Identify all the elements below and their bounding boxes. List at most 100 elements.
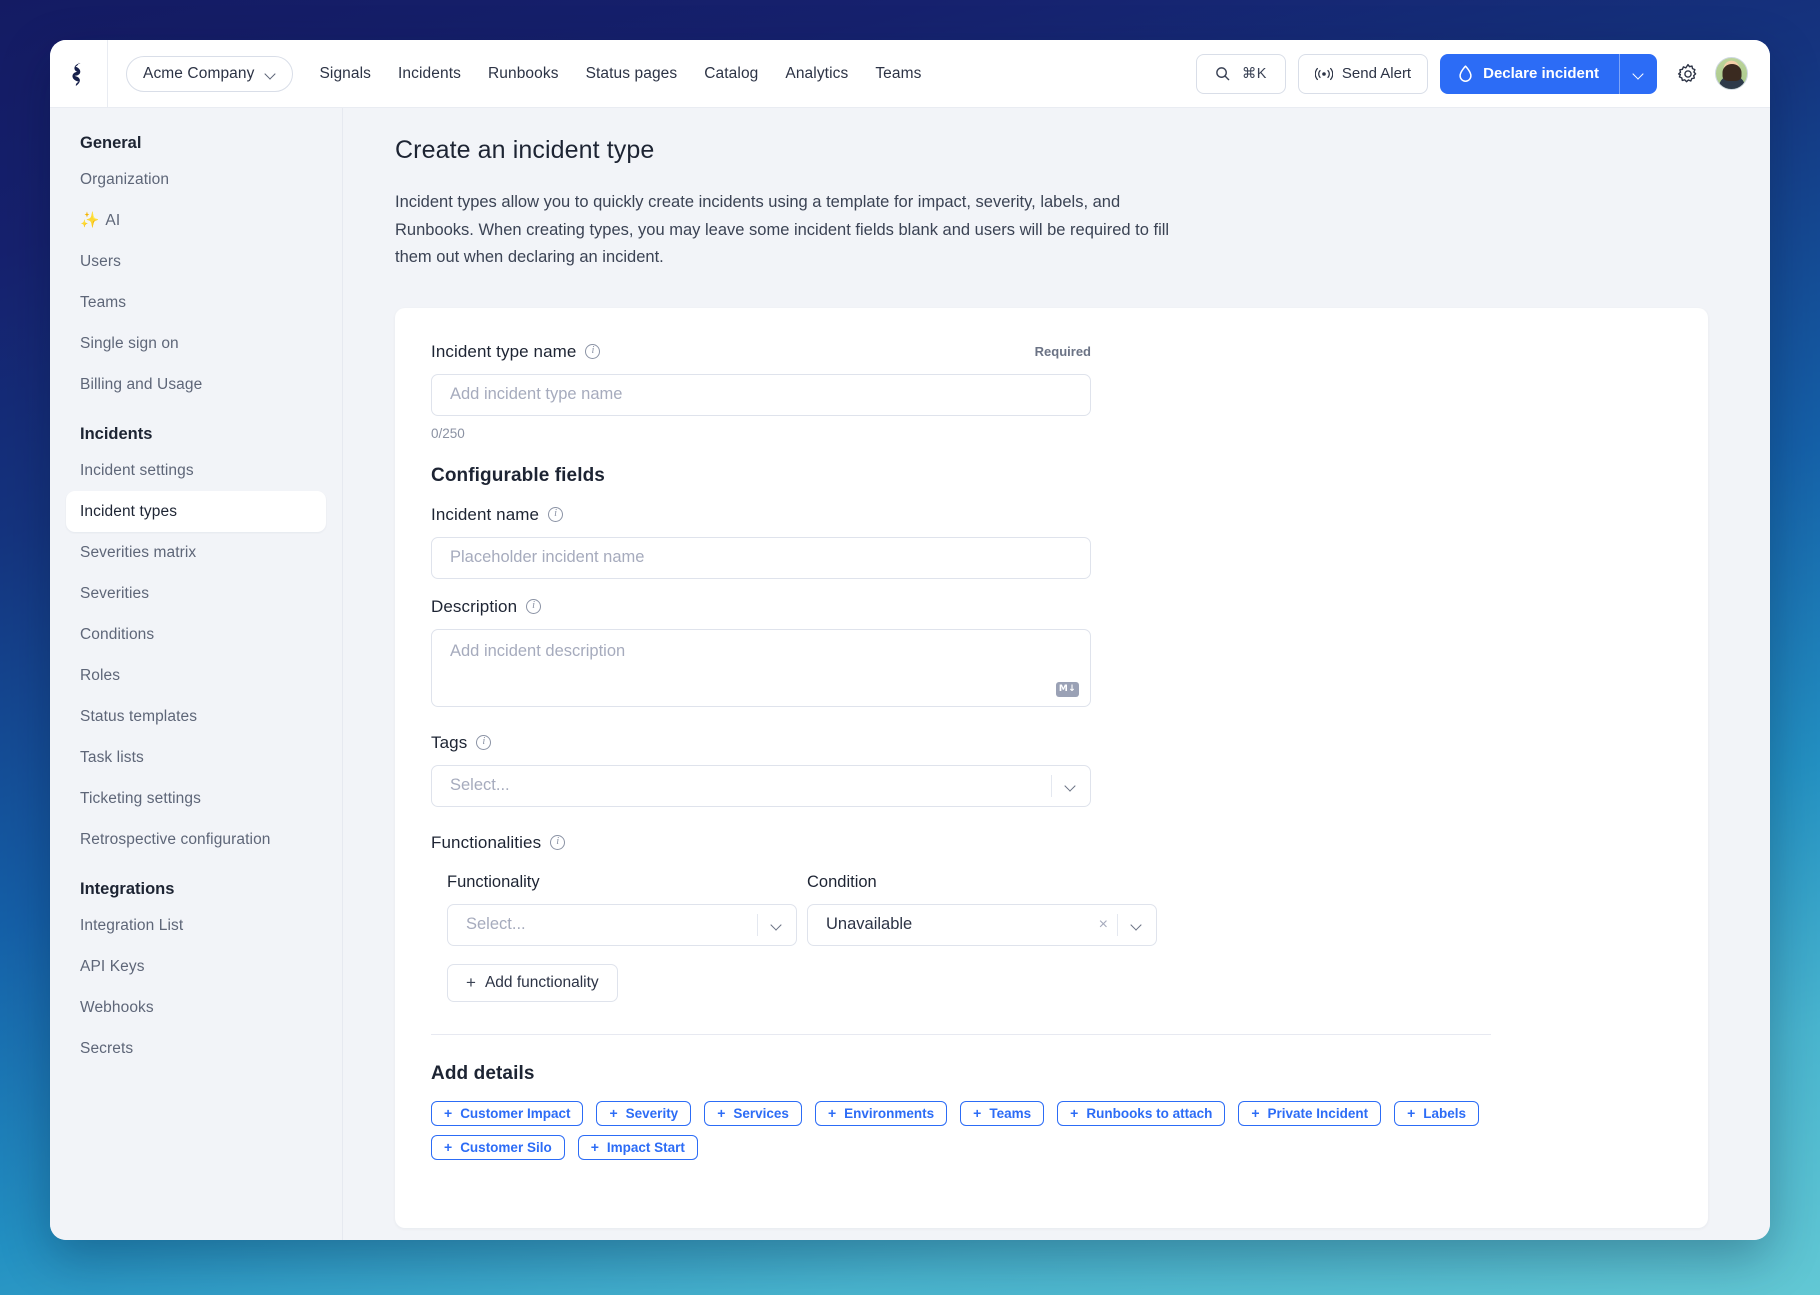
chip-label: Environments [844, 1105, 935, 1121]
add-details-chips: + Customer Impact + Severity + Services … [431, 1100, 1491, 1160]
functionality-select[interactable]: Select... [447, 903, 797, 946]
sidebar-item-conditions[interactable]: Conditions [66, 614, 326, 655]
condition-select-value: Unavailable [826, 915, 913, 933]
chip-label: Labels [1423, 1105, 1467, 1121]
org-switcher[interactable]: Acme Company [126, 55, 294, 92]
declare-incident-label: Declare incident [1483, 65, 1599, 82]
search-button[interactable]: ⌘K [1195, 53, 1286, 94]
nav-item-signals[interactable]: Signals [319, 65, 371, 83]
sidebar-item-incident-settings[interactable]: Incident settings [66, 450, 326, 491]
app-body: General Organization ✨ AI Users Teams Si… [50, 108, 1770, 1240]
sidebar-item-ai[interactable]: ✨ AI [66, 200, 326, 241]
sidebar-item-users[interactable]: Users [66, 241, 326, 282]
chip-severity[interactable]: + Severity [596, 1100, 692, 1126]
sidebar-item-api-keys[interactable]: API Keys [66, 946, 326, 987]
incident-name-placeholder: Placeholder incident name [450, 548, 645, 566]
functionality-column: Functionality Select... [447, 873, 797, 946]
nav-item-incidents[interactable]: Incidents [398, 65, 461, 83]
chip-teams[interactable]: + Teams [960, 1100, 1045, 1126]
chip-impact-start[interactable]: + Impact Start [577, 1134, 698, 1160]
incident-type-name-char-count: 0/250 [431, 425, 465, 441]
main-nav: Signals Incidents Runbooks Status pages … [319, 65, 921, 83]
nav-item-runbooks[interactable]: Runbooks [488, 65, 559, 83]
chip-services[interactable]: + Services [704, 1100, 802, 1126]
chip-customer-silo[interactable]: + Customer Silo [431, 1134, 565, 1160]
sidebar-item-organization[interactable]: Organization [66, 159, 326, 200]
plus-icon: + [1070, 1105, 1079, 1121]
send-alert-button[interactable]: Send Alert [1297, 53, 1429, 94]
sidebar-item-ticketing-settings[interactable]: Ticketing settings [66, 778, 326, 819]
chip-private-incident[interactable]: + Private Incident [1238, 1100, 1382, 1126]
sidebar-item-single-sign-on[interactable]: Single sign on [66, 323, 326, 364]
chip-labels[interactable]: + Labels [1394, 1100, 1480, 1126]
sidebar-item-teams[interactable]: Teams [66, 282, 326, 323]
sidebar-item-integration-list[interactable]: Integration List [66, 905, 326, 946]
sidebar-item-label: Users [80, 252, 121, 270]
sparkles-icon: ✨ [80, 212, 100, 229]
sidebar-item-severities-matrix[interactable]: Severities matrix [66, 532, 326, 573]
functionality-row: Functionality Select... Condition Unavai… [447, 873, 1672, 946]
nav-item-status-pages[interactable]: Status pages [586, 65, 678, 83]
declare-incident-button[interactable]: Declare incident [1440, 53, 1619, 94]
sidebar-group-general: General Organization ✨ AI Users Teams Si… [66, 134, 326, 405]
chevron-down-icon [266, 69, 276, 79]
chip-label: Private Incident [1267, 1105, 1369, 1121]
sidebar-item-billing-and-usage[interactable]: Billing and Usage [66, 364, 326, 405]
sidebar-item-label: Conditions [80, 625, 155, 643]
sidebar-item-label: Teams [80, 293, 127, 311]
sidebar-item-secrets[interactable]: Secrets [66, 1028, 326, 1069]
sidebar-item-label: Secrets [80, 1039, 134, 1057]
sidebar-item-task-lists[interactable]: Task lists [66, 737, 326, 778]
tags-select[interactable]: Select... [431, 764, 1091, 807]
description-textarea[interactable]: Add incident description M↓ [431, 628, 1091, 707]
sidebar-item-roles[interactable]: Roles [66, 655, 326, 696]
nav-item-teams[interactable]: Teams [875, 65, 921, 83]
sidebar-item-webhooks[interactable]: Webhooks [66, 987, 326, 1028]
sidebar-item-status-templates[interactable]: Status templates [66, 696, 326, 737]
info-icon[interactable]: i [476, 735, 492, 750]
nav-item-analytics[interactable]: Analytics [785, 65, 848, 83]
sidebar-item-incident-types[interactable]: Incident types [66, 491, 326, 532]
incident-type-name-input[interactable]: Add incident type name [431, 373, 1091, 416]
nav-item-catalog[interactable]: Catalog [704, 65, 758, 83]
chip-environments[interactable]: + Environments [814, 1100, 948, 1126]
info-icon[interactable]: i [548, 507, 564, 522]
chip-runbooks-to-attach[interactable]: + Runbooks to attach [1057, 1100, 1226, 1126]
functionality-select-caret[interactable] [758, 920, 796, 930]
sidebar-group-incidents: Incidents Incident settings Incident typ… [66, 425, 326, 860]
tags-select-caret[interactable] [1052, 781, 1090, 791]
info-icon[interactable]: i [550, 835, 566, 850]
functionalities-field: Functionalities i Functionality Select..… [431, 833, 1672, 1002]
declare-incident-caret[interactable] [1619, 53, 1657, 94]
incident-name-input[interactable]: Placeholder incident name [431, 536, 1091, 579]
chevron-down-icon [1066, 781, 1076, 791]
description-field: Description i Add incident description M… [431, 597, 1672, 707]
chip-customer-impact[interactable]: + Customer Impact [431, 1100, 584, 1126]
sidebar-item-label: Status templates [80, 707, 198, 725]
incident-type-form-card: Incident type name i Required Add incide… [395, 307, 1708, 1228]
main-content: Create an incident type Incident types a… [343, 108, 1770, 1240]
app-logo[interactable] [50, 40, 108, 108]
info-icon[interactable]: i [585, 344, 601, 359]
condition-select-caret[interactable] [1118, 920, 1156, 930]
org-switcher-label: Acme Company [143, 64, 255, 82]
sidebar-item-retrospective-configuration[interactable]: Retrospective configuration [66, 819, 326, 860]
sidebar-item-label: Webhooks [80, 998, 154, 1016]
functionality-select-value: Select... [466, 915, 526, 933]
sidebar-group-title: General [80, 134, 142, 152]
plus-icon: + [444, 1139, 453, 1155]
incident-name-field: Incident name i Placeholder incident nam… [431, 505, 1672, 579]
add-functionality-button[interactable]: + Add functionality [447, 963, 618, 1002]
description-label: Description [431, 596, 518, 616]
condition-select[interactable]: Unavailable × [807, 903, 1157, 946]
info-icon[interactable]: i [526, 599, 542, 614]
sidebar-item-severities[interactable]: Severities [66, 573, 326, 614]
clear-icon[interactable]: × [1090, 916, 1117, 934]
tags-select-value: Select... [450, 776, 510, 794]
sidebar-item-label: Roles [80, 666, 121, 684]
avatar[interactable] [1715, 57, 1748, 90]
chip-label: Teams [989, 1105, 1032, 1121]
settings-button[interactable] [1673, 59, 1703, 89]
sidebar-item-label: Retrospective configuration [80, 830, 271, 848]
description-placeholder: Add incident description [450, 641, 626, 660]
